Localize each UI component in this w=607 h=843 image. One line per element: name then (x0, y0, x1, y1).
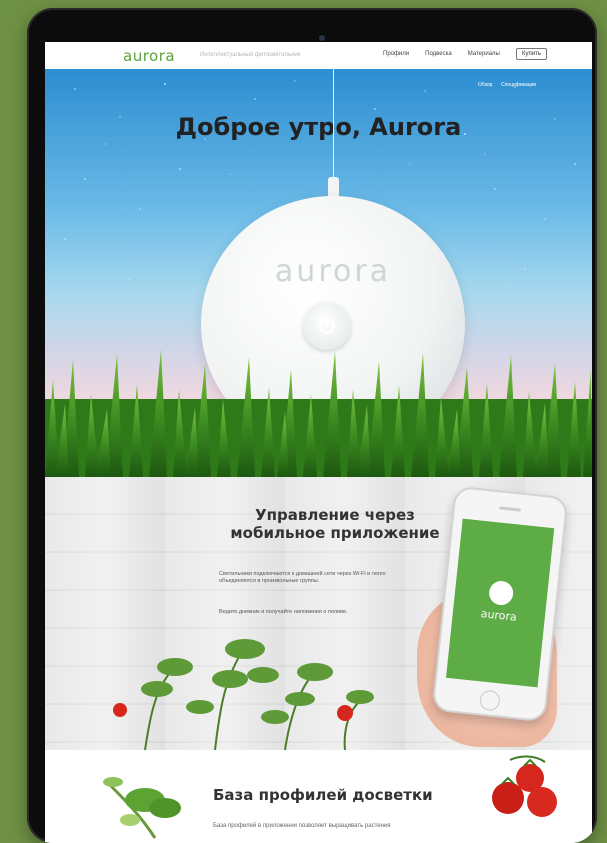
profile-section-title: База профилей досветки (213, 786, 433, 804)
nav-link-suspension[interactable]: Подвеска (425, 51, 452, 57)
buy-button[interactable]: Купить (516, 48, 547, 60)
profile-section-text: База профилей в приложении позволяет выр… (213, 823, 391, 829)
tomato-plants-image (113, 639, 374, 750)
app-description-2: Ведите дневник и получайте напоминия о п… (219, 609, 348, 615)
top-nav: aurora Интеллектуальный фитосветильник П… (45, 42, 592, 69)
hero-link-specs[interactable]: Спецификации (501, 82, 536, 88)
lamp-cord (333, 69, 334, 179)
tablet-screen: aurora Интеллектуальный фитосветильник П… (45, 42, 592, 843)
app-section: Управление через мобильное приложение Св… (45, 477, 592, 750)
app-title-line-2: мобильное приложение (230, 524, 440, 542)
app-description-1: Светильники подключаются к домашней сети… (219, 571, 386, 584)
hero-section: Обзор Спецификации Доброе утро, Aurora a… (45, 69, 592, 477)
app-section-title: Управление через мобильное приложение (205, 506, 465, 542)
nav-tagline: Интеллектуальный фитосветильник (200, 52, 301, 58)
phone-speaker (498, 506, 522, 512)
app-title-line-1: Управление через (255, 506, 415, 524)
phone-screen: aurora (445, 518, 555, 688)
nav-links: Профили Подвеска Материалы (383, 51, 500, 57)
phone-home-button (478, 689, 501, 712)
hero-title: Доброе утро, Aurora (175, 113, 462, 141)
device-brand-label: aurora (274, 254, 392, 289)
hero-link-overview[interactable]: Обзор (478, 82, 492, 88)
nav-link-materials[interactable]: Материалы (468, 51, 500, 57)
basil-image (103, 777, 181, 839)
camera-dot (319, 35, 325, 41)
grass-image (45, 349, 592, 477)
nav-link-profiles[interactable]: Профили (383, 51, 409, 57)
aurora-logo[interactable]: aurora (123, 47, 175, 65)
smartphone-image: aurora (431, 485, 569, 723)
tablet-frame: aurora Интеллектуальный фитосветильник П… (27, 8, 597, 843)
aurora-app-icon (487, 579, 515, 607)
phone-app-logo: aurora (480, 607, 518, 624)
profile-section: База профилей досветки База профилей в п… (45, 750, 592, 843)
power-icon (319, 316, 335, 335)
tomatoes-image (492, 755, 557, 817)
